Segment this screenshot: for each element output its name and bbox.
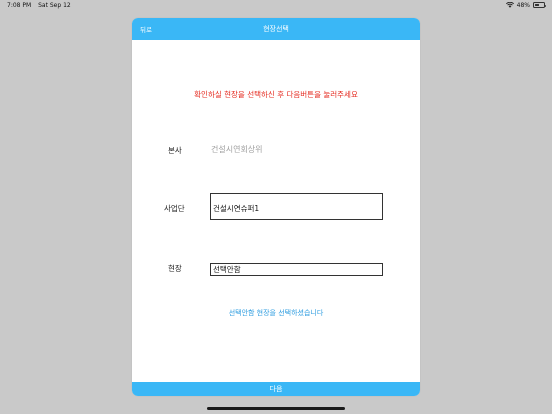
modal-title: 현장선택	[263, 25, 289, 33]
instruction-text: 확인하실 현장을 선택하신 후 다음버튼을 눌러주세요	[194, 90, 358, 99]
back-button[interactable]: 뒤로	[140, 18, 152, 40]
head-office-label: 본사	[168, 146, 182, 155]
status-time: 7:08 PM	[7, 1, 32, 9]
site-selection-modal: 뒤로 현장선택 확인하실 현장을 선택하신 후 다음버튼을 눌러주세요 본사 건…	[132, 18, 420, 396]
next-button[interactable]: 다음	[132, 382, 420, 396]
business-unit-field[interactable]: 건설시연슈퍼1	[210, 193, 383, 220]
selection-notice: 선택안함 현장을 선택하셨습니다	[228, 309, 324, 317]
head-office-value: 건설시연회상위	[211, 145, 263, 154]
status-date: Sat Sep 12	[38, 1, 71, 9]
modal-header: 뒤로 현장선택	[132, 18, 420, 40]
business-unit-label: 사업단	[164, 204, 185, 213]
battery-percent: 48%	[516, 1, 530, 9]
site-label: 현장	[168, 264, 182, 273]
site-value: 선택안함	[213, 265, 241, 274]
business-unit-value: 건설시연슈퍼1	[213, 204, 260, 213]
status-bar: 7:08 PM Sat Sep 12 48%	[0, 0, 552, 10]
status-left: 7:08 PM Sat Sep 12	[7, 2, 76, 9]
site-field[interactable]: 선택안함	[210, 263, 383, 276]
home-indicator[interactable]	[207, 407, 345, 410]
battery-fill	[535, 4, 539, 6]
battery-icon	[533, 2, 546, 8]
wifi-icon	[505, 2, 514, 8]
status-right: 48%	[505, 1, 546, 9]
